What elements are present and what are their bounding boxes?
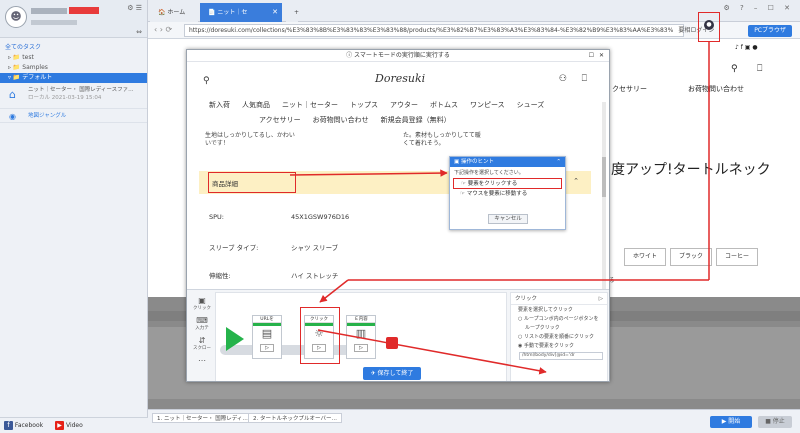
- step-tab-2[interactable]: 2. タートルネックプルオーバー…: [248, 413, 342, 423]
- task-tree: ▹ 📁 test ▹ 📁 Samples ▿ 📁 デフォルト: [0, 53, 147, 83]
- step-tab-1[interactable]: 1. ニット｜セーター・ 国際レディ…: [152, 413, 253, 423]
- selected-element-highlight: [208, 172, 296, 193]
- shop-logo[interactable]: Doresuki: [375, 72, 425, 85]
- save-and-finish-button[interactable]: ✈ 保存して終了: [363, 367, 421, 380]
- social-icons: ♪ f ▣ ●: [735, 44, 758, 51]
- flow-step-open-url[interactable]: URLを ▤ ▷: [252, 315, 282, 359]
- cancel-button[interactable]: キャンセル: [488, 214, 528, 224]
- user-icon[interactable]: ⚲: [731, 64, 738, 74]
- end-icon: [386, 337, 398, 349]
- url-input[interactable]: https://doresuki.com/collections/%E3%83%…: [184, 24, 684, 37]
- operation-hint-popup: ▣ 操作のヒント ⌃ 下記操作を選択してください。 ☞ 要素をクリックする ☞ マ…: [449, 156, 566, 230]
- collapse-icon[interactable]: ⇔: [136, 28, 142, 36]
- cart-icon[interactable]: ⎕: [582, 74, 587, 84]
- help-icon[interactable]: ▷: [599, 293, 603, 305]
- tool-input[interactable]: ⌨ 入力テ: [193, 316, 211, 336]
- smart-mode-icon[interactable]: ●: [704, 20, 714, 30]
- tab-home[interactable]: 🏠 ホーム: [150, 3, 198, 22]
- selected-step-highlight: [300, 307, 340, 364]
- facebook-icon[interactable]: f: [4, 421, 13, 430]
- close-icon[interactable]: ✕: [272, 3, 278, 22]
- account-name-redacted: [31, 8, 67, 14]
- map-icon: ◉: [9, 112, 16, 121]
- tool-more[interactable]: ⋯: [193, 356, 211, 376]
- play-small-icon: ▷: [354, 344, 368, 352]
- tree-title: 全てのタスク: [5, 44, 42, 51]
- product-title: 度アップ!タートルネック: [611, 162, 771, 178]
- sub-menu: アクセサリー お荷物問い合わせ 新規会員登録（無料）: [259, 116, 451, 124]
- browser-icon: ▤: [261, 327, 273, 340]
- new-tab-button[interactable]: +: [286, 3, 299, 22]
- flow-canvas: URLを ▤ ▷ クリック ☼ ▷ Ｅ内容 ▥ ▷: [215, 292, 507, 381]
- xpath-input[interactable]: /html/body/div[@id='dr: [519, 352, 603, 360]
- maximize-icon[interactable]: ☐: [589, 50, 594, 62]
- scrollbar[interactable]: [602, 102, 606, 292]
- flow-step-extract[interactable]: Ｅ内容 ▥ ▷: [346, 315, 376, 359]
- nav-arrows-icon[interactable]: ‹ › ⟳: [154, 25, 172, 34]
- step-config-panel: クリック ▷ 要素を選択してクリック ○ ループコンボ内のページボタンを ループク…: [510, 292, 608, 381]
- tool-scroll[interactable]: ⇵ スクロー: [193, 336, 211, 356]
- color-option-coffee[interactable]: コーヒー: [716, 248, 758, 266]
- cart-icon[interactable]: ⎕: [757, 64, 762, 74]
- hover-element-option[interactable]: ☞ マウスを要素に移動する: [453, 189, 562, 200]
- play-small-icon: ▷: [260, 344, 274, 352]
- review-text: 生地はしっかりしてるし、かわいいです！: [205, 132, 295, 147]
- window-controls[interactable]: ⚙ ? – ☐ ✕: [723, 4, 794, 12]
- embedded-shop-page: ⚲ Doresuki ⚇ ⎕ 新入荷 人気商品 ニット｜セーター トップス アウター ボト…: [187, 62, 609, 299]
- youtube-icon[interactable]: ▶: [55, 421, 65, 430]
- hint-icon: ▣: [454, 159, 460, 165]
- chevron-up-icon[interactable]: ⌃: [573, 177, 579, 185]
- account-badge-redacted: [69, 7, 99, 14]
- close-icon[interactable]: ⌃: [556, 157, 561, 167]
- flow-toolbox: ▣ クリック ⌨ 入力テ ⇵ スクロー ⋯: [193, 296, 211, 376]
- account-header: ☻ ⚙ ☰ ⇔: [0, 0, 147, 38]
- task-item[interactable]: ◉ 地図ジャングル: [0, 109, 147, 123]
- info-icon: ⓘ: [346, 52, 353, 59]
- tree-item-default[interactable]: ▿ 📁 デフォルト: [0, 73, 147, 83]
- settings-icon[interactable]: ⚙ ☰: [127, 4, 142, 12]
- tool-click[interactable]: ▣ クリック: [193, 296, 211, 316]
- social-footer: f Facebook ▶ Video: [0, 417, 148, 433]
- close-icon[interactable]: ✕: [599, 50, 604, 62]
- tree-item-samples[interactable]: ▹ 📁 Samples: [0, 63, 147, 73]
- tree-item-test[interactable]: ▹ 📁 test: [0, 53, 147, 63]
- extract-icon: ▥: [355, 327, 367, 340]
- avatar[interactable]: ☻: [5, 6, 27, 28]
- account-sub-redacted: [31, 20, 77, 25]
- user-icon[interactable]: ⚇: [559, 74, 567, 84]
- smart-mode-dialog: ⓘ スマートモードの実行順に実行する ☐ ✕ ⚲ Doresuki ⚇ ⎕ 新入…: [186, 49, 610, 382]
- tab-page[interactable]: 📄 ニット｜セ ✕: [200, 3, 282, 22]
- stop-button[interactable]: ■ 停止: [758, 416, 792, 428]
- play-icon[interactable]: [226, 327, 244, 351]
- task-item[interactable]: ⌂ ニット｜セーター・ 国際レディースファ… ローカル 2021-03-19 1…: [0, 83, 147, 109]
- color-option-white[interactable]: ホワイト: [624, 248, 666, 266]
- task-sidebar: ☻ ⚙ ☰ ⇔ 全てのタスク ▹ 📁 test ▹ 📁 Samples ▿ 📁 …: [0, 0, 148, 433]
- address-actions: 要相ログイン PCブラウザ: [678, 24, 792, 37]
- color-option-black[interactable]: ブラック: [670, 248, 712, 266]
- start-button[interactable]: ▶ 開始: [710, 416, 752, 428]
- review-text: た。素材もしっかりしてて暖くて着れそう。: [403, 132, 481, 147]
- click-element-option[interactable]: ☞ 要素をクリックする: [453, 178, 562, 189]
- search-icon[interactable]: ⚲: [203, 76, 210, 86]
- step-tabs: 1. ニット｜セーター・ 国際レディ… 2. タートルネックプルオーバー… ▶ …: [148, 409, 800, 433]
- task-icon: ⌂: [9, 88, 16, 101]
- browser-mode-button[interactable]: PCブラウザ: [748, 25, 792, 37]
- dialog-title: ⓘ スマートモードの実行順に実行する ☐ ✕: [187, 50, 609, 62]
- main-menu: 新入荷 人気商品 ニット｜セーター トップス アウター ボトムス ワンピース シューズ: [209, 101, 545, 109]
